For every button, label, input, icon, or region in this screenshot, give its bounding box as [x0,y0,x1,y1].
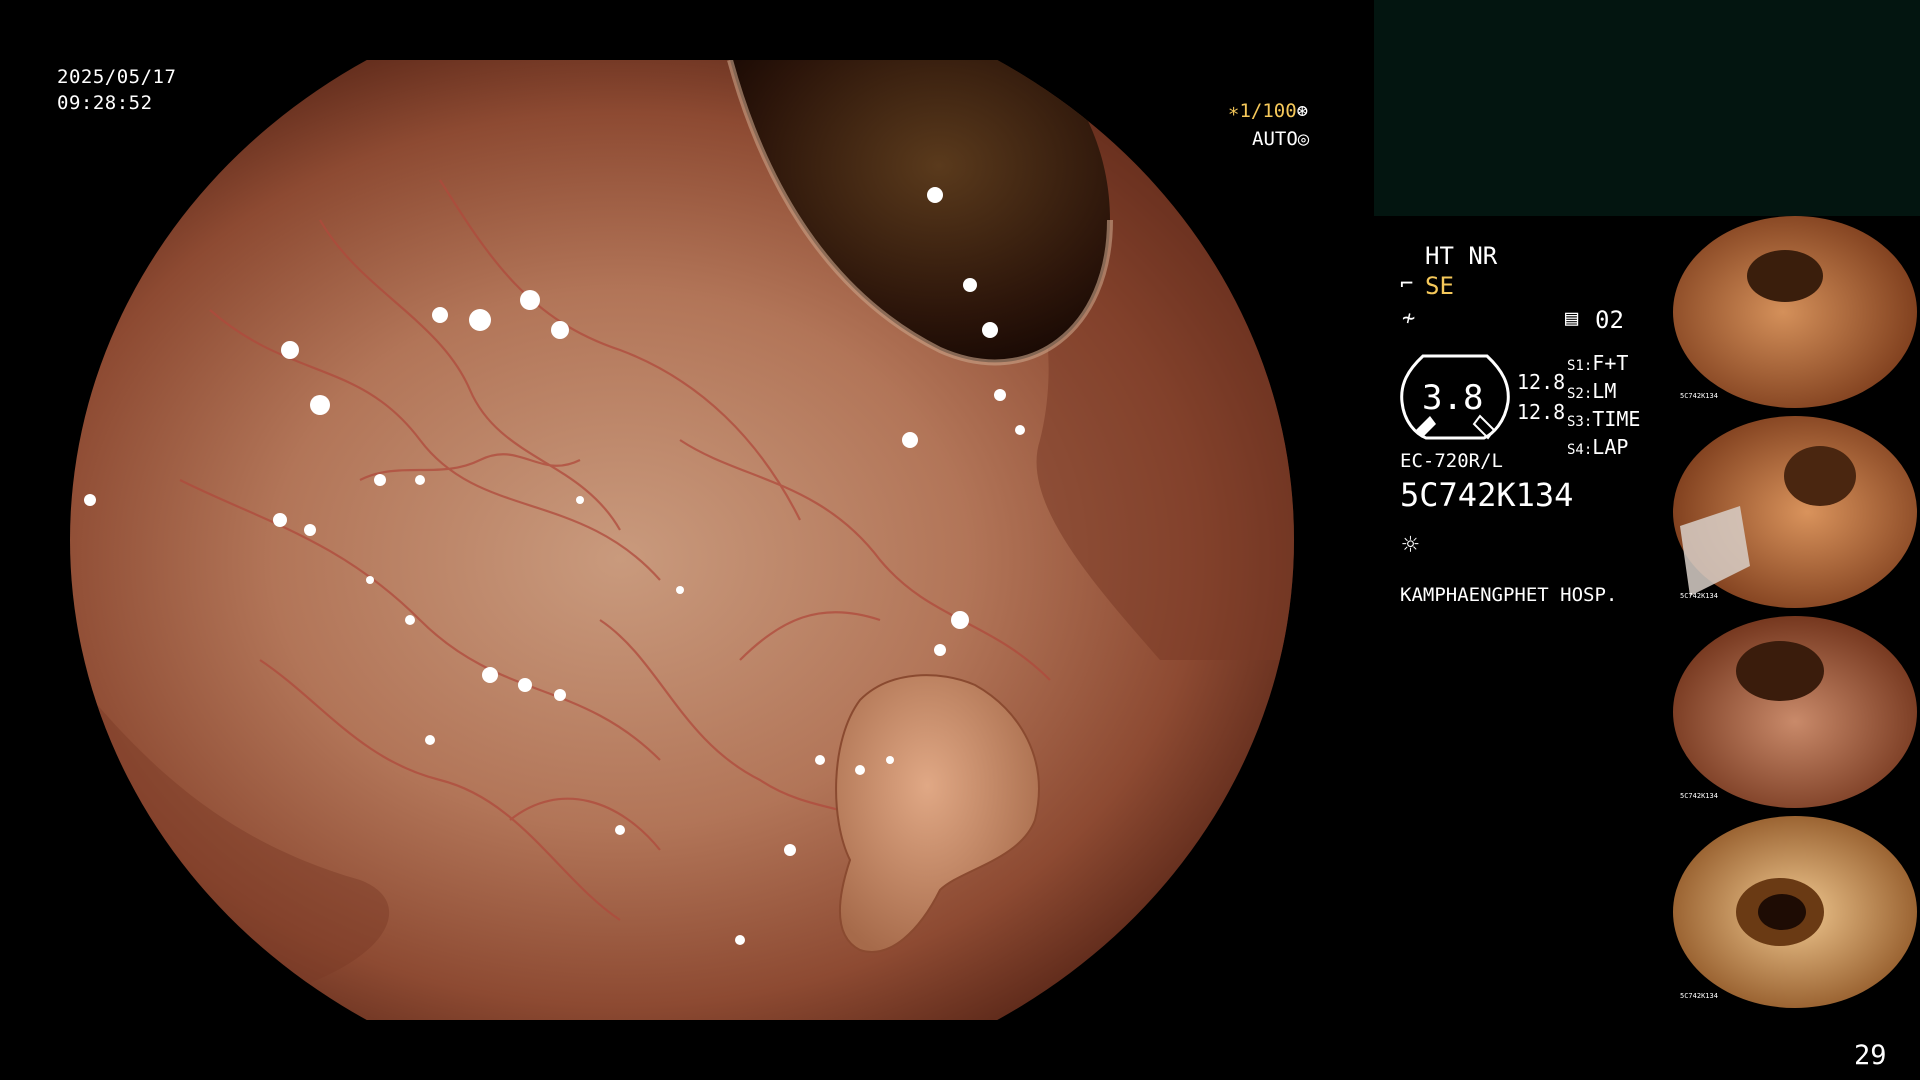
scope-serial: 5C742K134 [1400,476,1574,514]
color-mode-icon: ≁ [1402,306,1416,331]
switch-value: LM [1592,379,1617,403]
switch-key: S1: [1567,358,1593,374]
shutter-speed-display: ∗1/100⊛ [1228,100,1308,122]
thumbnail-image [1673,216,1917,408]
recording-channel-icon: ▤ [1565,306,1579,331]
switch-key: S4: [1567,442,1593,458]
scope-switch-s3: S3:TIME [1567,407,1640,435]
iris-icon: ◎ [1297,128,1310,150]
switch-value: TIME [1592,407,1641,431]
gauge-reading-top: 12.8 [1517,370,1566,394]
light-source-icon: ☼ [1402,528,1419,561]
switch-value: LAP [1592,435,1629,459]
date-time-display: 2025/05/17 09:28:52 [57,64,176,116]
thumbnail-serial: 5C742K134 [1680,992,1718,1000]
switch-key: S3: [1567,414,1593,430]
shutter-icon: ⊛ [1296,100,1309,122]
info-header-box [1374,0,1920,216]
switch-key: S2: [1567,386,1593,402]
enhancement-mode: HT NR [1425,242,1498,270]
switch-value: F+T [1592,351,1629,375]
thumbnail-serial: 5C742K134 [1680,392,1718,400]
thumbnail-1[interactable]: 5C742K134 29 [1670,216,1920,408]
iris-mode-text: AUTO [1252,128,1298,150]
thumbnail-serial: 5C742K134 [1680,592,1718,600]
scope-switch-s2: S2:LM [1567,379,1640,407]
scope-switch-s1: S1:F+T [1567,351,1640,379]
thumbnail-strip: 5C742K134 29 5C742K134 5C742K134 5C742K1… [1670,216,1920,1016]
page-number: 29 [1854,1040,1887,1071]
date-text: 2025/05/17 [57,66,177,88]
endoscopy-main-view [60,60,1305,1020]
scope-switch-s4: S4:LAP [1567,435,1640,463]
scope-switch-list: S1:F+T S2:LM S3:TIME S4:LAP [1567,351,1640,463]
thumbnail-image [1673,416,1917,608]
thumbnail-2[interactable]: 5C742K134 [1670,416,1920,608]
scope-info-panel: HT NR ⌐ SE ≁ ▤ 02 3.8 12.8 12.8 S1:F+T S… [1390,230,1670,630]
structure-enhancement-icon: ⌐ [1400,272,1414,297]
iris-mode-display: AUTO◎ [1252,128,1309,150]
thumbnail-3[interactable]: 5C742K134 [1670,616,1920,808]
thumbnail-serial: 5C742K134 [1680,792,1718,800]
colon-mucosa-image [70,60,1294,1020]
structure-mode: SE [1425,272,1454,300]
hospital-name: KAMPHAENGPHET HOSP. [1400,584,1618,606]
time-text: 09:28:52 [57,92,153,114]
shutter-speed-text: ∗1/100 [1228,100,1297,122]
gauge-reading-bottom: 12.8 [1517,400,1566,424]
thumbnail-4[interactable]: 5C742K134 [1670,816,1920,1008]
scope-model: EC-720R/L [1400,450,1503,472]
recording-channel: 02 [1595,306,1624,334]
thumbnail-image [1673,816,1917,1008]
gauge-value: 3.8 [1422,378,1484,418]
thumbnail-image [1673,616,1917,808]
